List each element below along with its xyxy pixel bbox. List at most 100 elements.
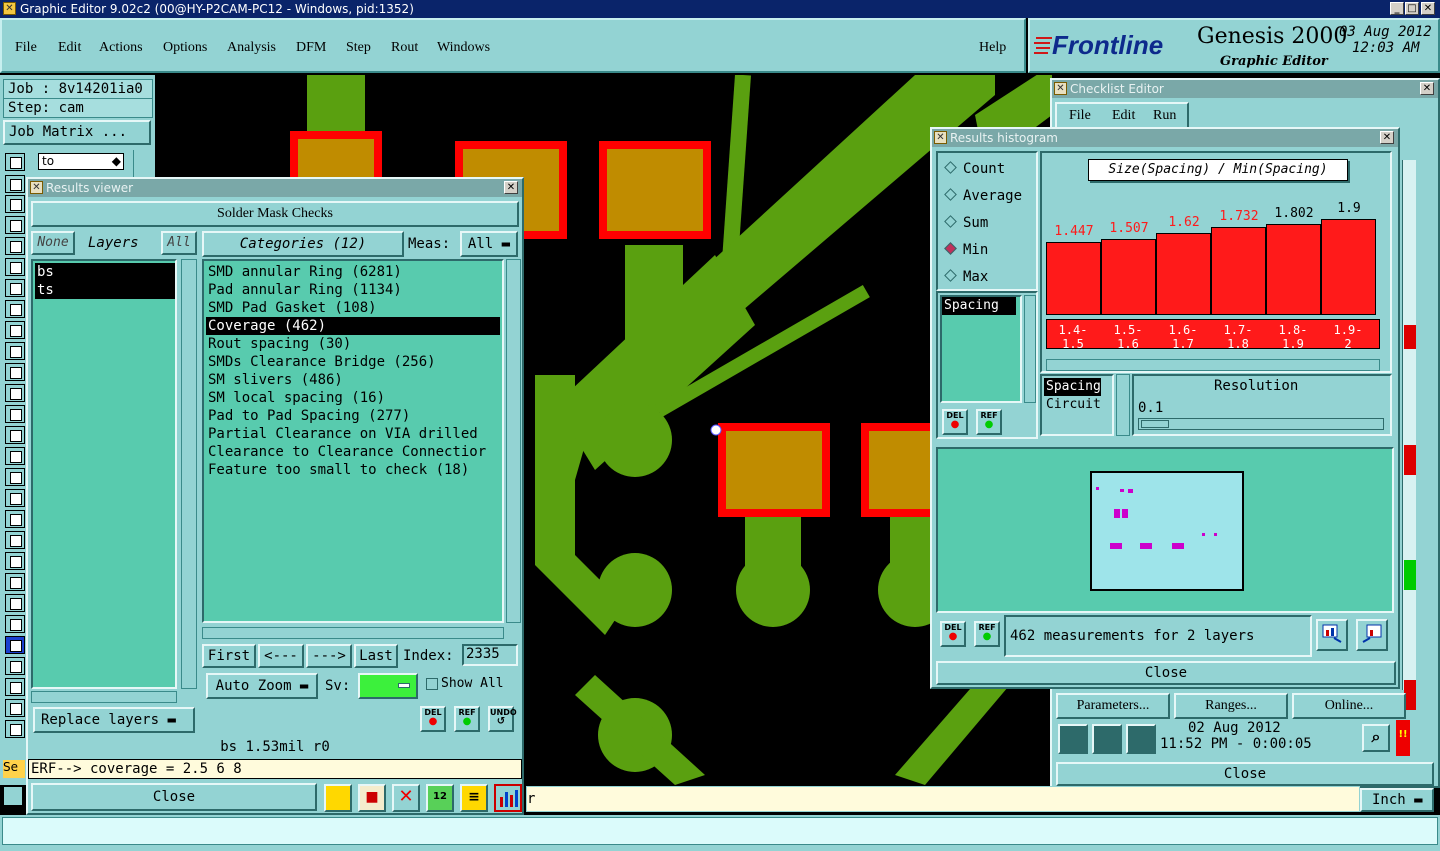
layer-preview[interactable]	[936, 447, 1394, 613]
menu-dfm[interactable]: DFM	[296, 40, 326, 56]
menu-edit[interactable]: Edit	[58, 40, 81, 56]
tool-slot-icon[interactable]	[5, 678, 25, 696]
tool-slot-icon[interactable]	[5, 363, 25, 381]
run-all-icon[interactable]	[1092, 724, 1122, 754]
menu-analysis[interactable]: Analysis	[227, 40, 276, 56]
online-button[interactable]: Online...	[1292, 693, 1406, 719]
menu-rout[interactable]: Rout	[391, 40, 418, 56]
radio-sum[interactable]: Sum	[944, 215, 988, 231]
category-item[interactable]: Coverage (462)	[206, 317, 500, 335]
menu-options[interactable]: Options	[163, 40, 207, 56]
radio-max[interactable]: Max	[944, 269, 988, 285]
show-all-checkbox[interactable]	[426, 678, 438, 690]
menu-file[interactable]: File	[15, 40, 37, 56]
tool-slot-icon[interactable]	[5, 258, 25, 276]
category-item[interactable]: SM local spacing (16)	[206, 389, 500, 407]
tool-slot-icon[interactable]	[5, 175, 25, 193]
tool-slot-icon[interactable]	[5, 447, 25, 465]
results-viewer-close-button[interactable]: Close	[31, 783, 317, 811]
category-item[interactable]: SMD Pad Gasket (108)	[206, 299, 500, 317]
histogram-bar[interactable]	[1211, 227, 1266, 315]
checklist-editor-close-icon[interactable]: ✕	[1420, 82, 1434, 95]
resolution-slider[interactable]	[1138, 418, 1384, 430]
job-matrix-button[interactable]: Job Matrix ...	[3, 120, 151, 145]
tool-slot-icon[interactable]	[5, 153, 25, 171]
radio-average[interactable]: Average	[944, 188, 1022, 204]
maximize-button[interactable]: □	[1405, 2, 1419, 15]
histogram-bar[interactable]	[1046, 242, 1101, 315]
parameters-button[interactable]: Parameters...	[1056, 693, 1170, 719]
layers-all-button[interactable]: All	[161, 231, 197, 255]
meas-dropdown[interactable]: All ▬	[460, 231, 518, 257]
menu-help[interactable]: Help	[979, 40, 1006, 56]
measure-item-spacing[interactable]: Spacing	[942, 297, 1016, 315]
zoom-icon[interactable]: ⌕	[1362, 724, 1390, 752]
category-item[interactable]: Partial Clearance on VIA drilled	[206, 425, 500, 443]
histogram-close-button[interactable]: Close	[936, 661, 1396, 685]
histogram-bar[interactable]	[1266, 224, 1321, 315]
close-window-button[interactable]: ✕	[1421, 2, 1435, 15]
index-input[interactable]: 2335	[462, 644, 518, 666]
first-button[interactable]: First	[202, 644, 256, 668]
undo-button[interactable]: UNDO ↺	[488, 706, 517, 732]
tool-slot-icon[interactable]	[5, 195, 25, 213]
layer-item-ts[interactable]: ts	[35, 281, 175, 299]
categories-scrollbar[interactable]	[506, 259, 521, 623]
menu-windows[interactable]: Windows	[437, 40, 490, 56]
histogram-ref-button[interactable]: REF ●	[974, 621, 1000, 647]
layers-none-button[interactable]: None	[31, 231, 75, 255]
import-chart-icon[interactable]	[1356, 619, 1388, 651]
category-item[interactable]: SMDs Clearance Bridge (256)	[206, 353, 500, 371]
category-item[interactable]: Rout spacing (30)	[206, 335, 500, 353]
unit-dropdown[interactable]: Inch ▬	[1360, 788, 1434, 812]
tool-slot-icon[interactable]	[5, 573, 25, 591]
menu-actions[interactable]: Actions	[99, 40, 143, 56]
radio-count[interactable]: Count	[944, 161, 1005, 177]
next-button[interactable]: --->	[306, 644, 352, 668]
tool-slot-icon[interactable]	[5, 237, 25, 255]
field-item-spacing[interactable]: Spacing	[1044, 378, 1101, 396]
histogram-del-left[interactable]: DEL ●	[942, 409, 968, 435]
erf-delete-icon[interactable]: ✕	[392, 784, 420, 812]
results-histogram-close-icon[interactable]: ✕	[1380, 131, 1394, 144]
tool-slot-icon[interactable]	[5, 615, 25, 633]
categories-hscrollbar[interactable]	[202, 627, 504, 639]
del-button[interactable]: DEL ●	[420, 706, 446, 732]
measure-list[interactable]: Spacing	[940, 295, 1022, 403]
category-item[interactable]: SM slivers (486)	[206, 371, 500, 389]
solder-mask-checks-header[interactable]: Solder Mask Checks	[31, 201, 519, 227]
category-item[interactable]: Feature too small to check (18)	[206, 461, 500, 479]
results-viewer-close-icon[interactable]: ✕	[504, 181, 518, 194]
tool-slot-icon[interactable]	[5, 342, 25, 360]
tool-slot-icon[interactable]	[5, 552, 25, 570]
tool-slot-icon[interactable]	[5, 510, 25, 528]
field-scrollbar[interactable]	[1116, 374, 1130, 436]
tool-slot-icon[interactable]	[5, 279, 25, 297]
tool-slot-icon[interactable]	[5, 657, 25, 675]
category-item[interactable]: Pad annular Ring (1134)	[206, 281, 500, 299]
histogram-icon[interactable]	[494, 784, 522, 812]
histogram-bar[interactable]	[1321, 219, 1376, 315]
layers-scrollbar[interactable]	[181, 259, 197, 689]
tool-slot-icon[interactable]	[5, 720, 25, 738]
prev-button[interactable]: <---	[258, 644, 304, 668]
histogram-bar[interactable]	[1101, 239, 1156, 315]
tool-slot-icon[interactable]	[5, 384, 25, 402]
minimize-button[interactable]: _	[1390, 2, 1404, 15]
tool-slot-icon[interactable]	[5, 699, 25, 717]
auto-zoom-dropdown[interactable]: Auto Zoom ▬	[206, 673, 318, 699]
export-icon[interactable]: ■	[358, 784, 386, 812]
tool-slot-icon[interactable]	[5, 216, 25, 234]
last-button[interactable]: Last	[354, 644, 398, 668]
category-item[interactable]: Clearance to Clearance Connectior	[206, 443, 500, 461]
command-line[interactable]: r	[526, 786, 1360, 812]
histogram-bar[interactable]	[1156, 233, 1211, 315]
checklist-menu-file[interactable]: File	[1069, 108, 1091, 124]
arrow-tool-icon[interactable]	[3, 786, 23, 806]
sv-color-dropdown[interactable]	[358, 673, 418, 699]
checklist-close-button[interactable]: Close	[1056, 762, 1434, 786]
tool-slot-icon[interactable]	[5, 321, 25, 339]
tool-slot-icon[interactable]	[5, 594, 25, 612]
histogram-ref-left[interactable]: REF ●	[976, 409, 1002, 435]
layers-hscrollbar[interactable]	[31, 691, 177, 703]
